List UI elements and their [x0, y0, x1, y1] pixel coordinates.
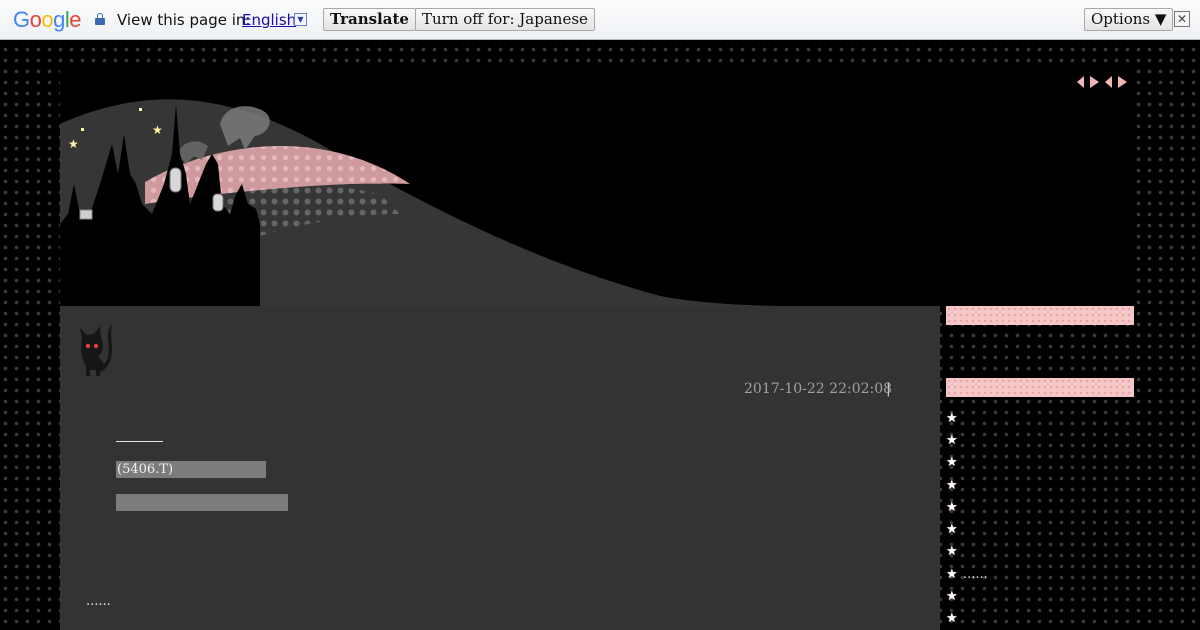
sidebar-list-item[interactable] — [946, 429, 1136, 451]
highlighted-text-1: (5406.T) — [116, 461, 266, 478]
sidebar-list-item[interactable] — [946, 407, 1136, 429]
star-icon — [946, 590, 959, 603]
post-datetime: 2017-10-22 22:02:08 — [744, 381, 893, 397]
translate-bar: Google View this page in: English ▼ Tran… — [0, 0, 1200, 40]
star-icon — [946, 523, 959, 536]
view-page-in-label: View this page in: — [117, 11, 251, 29]
post-ellipsis: ...... — [86, 594, 111, 609]
highlighted-text-2 — [116, 494, 288, 511]
sidebar-list-item[interactable] — [946, 496, 1136, 518]
blog-header: ★ ★ — [60, 64, 1136, 306]
logo-letter: o — [29, 7, 42, 32]
star-icon — [946, 501, 959, 514]
header-banner-art: ★ ★ — [60, 99, 1136, 306]
black-cat-icon — [80, 324, 112, 376]
datetime-separator: | — [886, 381, 891, 397]
sidebar-list-item[interactable] — [946, 474, 1136, 496]
star-icon — [946, 545, 959, 558]
turn-off-button[interactable]: Turn off for: Japanese — [415, 8, 595, 31]
sidebar-item-label: ...... — [963, 566, 988, 582]
sidebar-list: ...... — [946, 407, 1136, 630]
main-content: 2017-10-22 22:02:08 | (5406.T) ...... — [60, 306, 940, 630]
sidebar-list-item[interactable]: ...... — [946, 563, 1136, 585]
svg-text:★: ★ — [152, 123, 163, 137]
language-dropdown-icon[interactable]: ▼ — [294, 13, 307, 26]
sidebar-section-header — [946, 378, 1134, 397]
translate-button[interactable]: Translate — [323, 8, 416, 31]
sidebar-list-item[interactable] — [946, 541, 1136, 563]
star-icon — [946, 412, 959, 425]
sidebar-list-item[interactable] — [946, 452, 1136, 474]
sidebar-list-item[interactable] — [946, 518, 1136, 540]
logo-letter: o — [41, 7, 54, 32]
google-logo: Google — [13, 7, 82, 33]
star-icon — [946, 612, 959, 625]
lock-icon — [95, 13, 105, 25]
underline-link[interactable] — [116, 441, 163, 442]
star-icon — [946, 434, 959, 447]
logo-letter: g — [53, 7, 65, 32]
close-icon[interactable]: ✕ — [1174, 11, 1190, 27]
sidebar-list-item[interactable] — [946, 608, 1136, 630]
logo-letter: e — [69, 7, 82, 32]
logo-letter: G — [13, 7, 30, 32]
language-link[interactable]: English — [242, 11, 296, 29]
options-button[interactable]: Options ▼ — [1084, 8, 1174, 31]
sidebar-list-item[interactable] — [946, 585, 1136, 607]
star-icon — [946, 568, 959, 581]
sidebar-section-header — [946, 306, 1134, 325]
star-icon — [946, 456, 959, 469]
svg-text:★: ★ — [68, 137, 79, 151]
star-icon — [946, 479, 959, 492]
cat-eyes-icon — [1077, 76, 1127, 88]
